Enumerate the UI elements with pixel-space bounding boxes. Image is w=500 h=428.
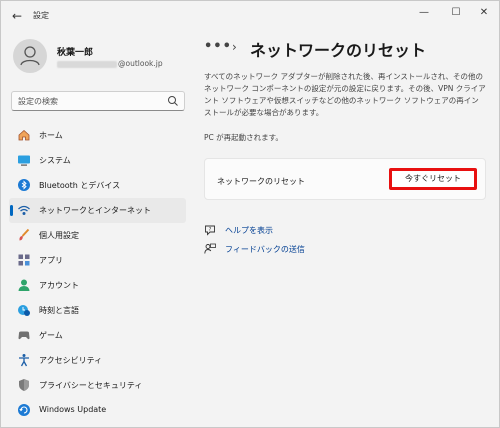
windows-update-icon: [18, 404, 30, 416]
minimize-button[interactable]: —: [413, 5, 435, 21]
sidebar-item-bluetooth[interactable]: Bluetooth とデバイス: [9, 173, 186, 198]
network-reset-label: ネットワークのリセット: [217, 177, 305, 186]
sidebar-item-label: Windows Update: [39, 405, 107, 414]
search-input[interactable]: 設定の検索: [11, 91, 185, 111]
reset-now-button[interactable]: 今すぐリセット: [389, 168, 477, 190]
chevron-right-icon: ›: [232, 40, 237, 54]
feedback-icon: [204, 243, 216, 254]
sidebar-item-network[interactable]: ネットワークとインターネット: [9, 198, 186, 223]
help-link-label[interactable]: ヘルプを表示: [225, 225, 273, 236]
sidebar-item-label: アクセシビリティ: [39, 356, 103, 365]
search-placeholder: 設定の検索: [18, 97, 58, 106]
close-button[interactable]: ✕: [473, 5, 495, 21]
maximize-button[interactable]: ☐: [445, 5, 467, 21]
sidebar-item-label: アプリ: [39, 256, 63, 265]
sidebar-item-privacy-security[interactable]: プライバシーとセキュリティ: [9, 373, 186, 398]
home-icon: [18, 129, 30, 141]
accessibility-icon: [19, 354, 29, 367]
user-name: 秋葉一郎: [57, 48, 94, 58]
sidebar-item-home[interactable]: ホーム: [9, 123, 186, 148]
time-language-icon: [18, 305, 30, 316]
app-title: 設定: [33, 11, 49, 20]
sidebar-item-label: Bluetooth とデバイス: [39, 181, 121, 190]
breadcrumb-more-button[interactable]: •••: [204, 39, 232, 54]
sidebar-item-label: 時刻と言語: [39, 306, 79, 315]
back-button[interactable]: ←: [9, 8, 25, 24]
network-icon: [18, 205, 30, 215]
network-reset-card: ネットワークのリセット 今すぐリセット: [204, 158, 486, 200]
sidebar-item-windows-update[interactable]: Windows Update: [9, 398, 186, 423]
active-indicator: [10, 205, 13, 216]
apps-icon: [18, 254, 30, 266]
sidebar-item-accounts[interactable]: アカウント: [9, 273, 186, 298]
brush-icon: [19, 228, 30, 241]
avatar[interactable]: [13, 39, 47, 73]
sidebar-item-label: アカウント: [39, 281, 79, 290]
account-icon: [18, 279, 30, 291]
restart-note: PC が再起動されます。: [204, 133, 283, 142]
search-icon[interactable]: [167, 95, 179, 107]
user-icon: [20, 46, 40, 66]
sidebar-item-accessibility[interactable]: アクセシビリティ: [9, 348, 186, 373]
email-suffix: @outlook.jp: [118, 59, 163, 68]
svg-text:?: ?: [209, 227, 212, 233]
settings-window: ← 設定 — ☐ ✕ 秋葉一郎 @outlook.jp 設定の検索 ホーム シス…: [0, 0, 500, 428]
gaming-icon: [18, 331, 30, 340]
sidebar-item-personalization[interactable]: 個人用設定: [9, 223, 186, 248]
sidebar-nav: ホーム システム Bluetooth とデバイス ネットワークとインターネット: [9, 123, 186, 423]
sidebar-item-label: ネットワークとインターネット: [39, 206, 151, 215]
redacted-email: [57, 60, 117, 68]
user-email: @outlook.jp: [57, 59, 163, 68]
sidebar-item-gaming[interactable]: ゲーム: [9, 323, 186, 348]
sidebar-item-apps[interactable]: アプリ: [9, 248, 186, 273]
title-bar: ← 設定 — ☐ ✕: [1, 1, 499, 31]
sidebar-item-system[interactable]: システム: [9, 148, 186, 173]
sidebar-item-label: ホーム: [39, 131, 63, 140]
reset-description: すべてのネットワーク アダプターが削除された後、再インストールされ、その他のネッ…: [204, 72, 486, 117]
sidebar-item-time-language[interactable]: 時刻と言語: [9, 298, 186, 323]
sidebar-item-label: ゲーム: [39, 331, 63, 340]
sidebar-item-label: システム: [39, 156, 71, 165]
shield-icon: [19, 379, 29, 391]
sidebar-item-label: 個人用設定: [39, 231, 79, 240]
sidebar-item-label: プライバシーとセキュリティ: [39, 381, 143, 390]
bluetooth-icon: [18, 179, 30, 191]
feedback-link-label[interactable]: フィードバックの送信: [225, 244, 305, 255]
system-icon: [18, 155, 30, 166]
page-title: ネットワークのリセット: [250, 41, 427, 60]
help-icon: ?: [205, 225, 215, 236]
